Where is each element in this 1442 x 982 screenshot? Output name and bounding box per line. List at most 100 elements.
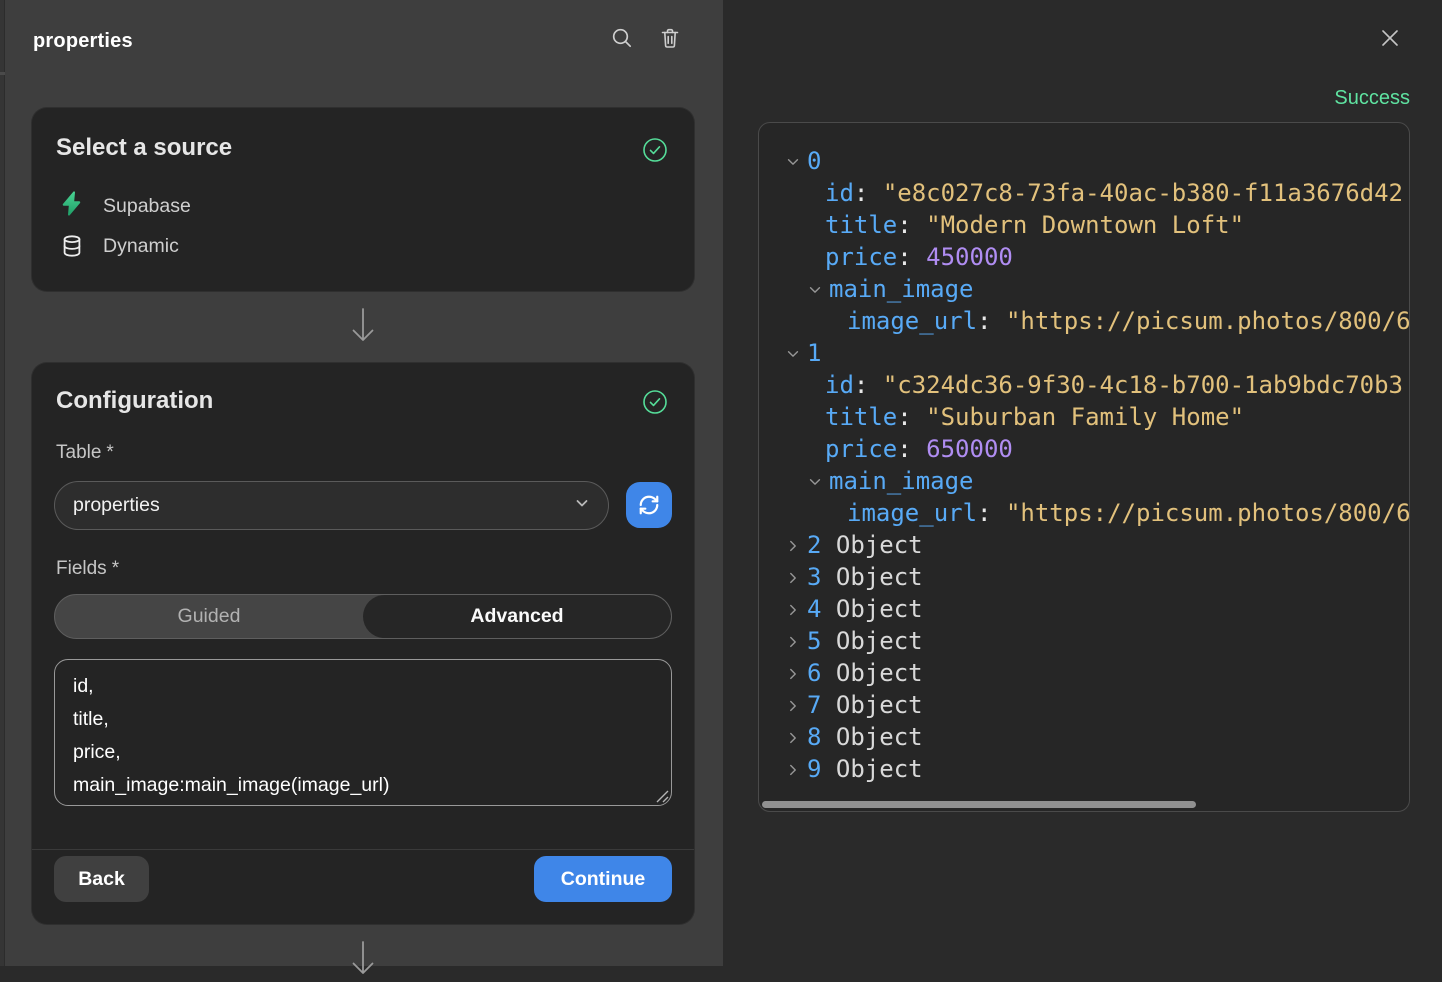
json-row: main_image — [759, 273, 1409, 305]
json-value: "c324dc36-9f30-4c18-b700-1ab9bdc70b3 — [883, 369, 1403, 401]
json-key: 9 — [807, 753, 821, 785]
config-panel: properties Select a source Supabase Dyna… — [0, 0, 723, 966]
chevron-right-icon[interactable] — [785, 536, 801, 554]
json-row: 1 — [759, 337, 1409, 369]
json-key: 3 — [807, 561, 821, 593]
flow-down-arrow-icon — [349, 306, 377, 344]
json-object-label: Object — [821, 561, 922, 593]
json-value: "Modern Downtown Loft" — [926, 209, 1244, 241]
textarea-resize-handle[interactable] — [656, 790, 669, 803]
json-colon: : — [854, 177, 883, 209]
search-icon[interactable] — [610, 26, 634, 50]
result-preview-panel: Success 0id: "e8c027c8-73fa-40ac-b380-f1… — [723, 0, 1442, 966]
json-row: image_url: "https://picsum.photos/800/6 — [759, 305, 1409, 337]
json-key: id — [825, 177, 854, 209]
chevron-right-icon[interactable] — [785, 664, 801, 682]
chevron-right-icon[interactable] — [785, 600, 801, 618]
json-object-label: Object — [821, 593, 922, 625]
fields-mode-toggle: Guided Advanced — [54, 594, 672, 639]
json-row: 6 Object — [759, 657, 1409, 689]
chevron-down-icon — [574, 495, 590, 516]
json-object-label: Object — [821, 753, 922, 785]
source-item-dynamic[interactable]: Dynamic — [58, 230, 179, 262]
configuration-card: Configuration Table* properties Fields* … — [31, 362, 695, 925]
json-key: main_image — [829, 465, 974, 497]
json-colon: : — [897, 241, 926, 273]
source-item-supabase[interactable]: Supabase — [58, 190, 191, 222]
json-result-viewer: 0id: "e8c027c8-73fa-40ac-b380-f11a3676d4… — [758, 122, 1410, 812]
json-value: "e8c027c8-73fa-40ac-b380-f11a3676d42 — [883, 177, 1403, 209]
check-circle-icon — [642, 389, 668, 415]
json-key: image_url — [847, 305, 977, 337]
json-key: image_url — [847, 497, 977, 529]
flow-down-arrow-icon — [349, 939, 377, 977]
json-colon: : — [897, 209, 926, 241]
json-value: "https://picsum.photos/800/6 — [1006, 305, 1410, 337]
json-row: price: 450000 — [759, 241, 1409, 273]
json-value: "Suburban Family Home" — [926, 401, 1244, 433]
refresh-tables-button[interactable] — [626, 482, 672, 528]
json-key: 4 — [807, 593, 821, 625]
json-row: 4 Object — [759, 593, 1409, 625]
page-title: properties — [33, 30, 133, 53]
chevron-down-icon[interactable] — [785, 344, 801, 362]
json-row: 7 Object — [759, 689, 1409, 721]
chevron-down-icon[interactable] — [785, 152, 801, 170]
json-object-label: Object — [821, 625, 922, 657]
json-row: main_image — [759, 465, 1409, 497]
json-value: 450000 — [926, 241, 1013, 273]
select-source-card: Select a source Supabase Dynamic — [31, 107, 695, 292]
tab-guided[interactable]: Guided — [55, 595, 363, 638]
json-row: 2 Object — [759, 529, 1409, 561]
status-badge: Success — [1334, 87, 1410, 110]
check-circle-icon — [642, 137, 668, 163]
json-key: 8 — [807, 721, 821, 753]
json-tree: 0id: "e8c027c8-73fa-40ac-b380-f11a3676d4… — [759, 145, 1409, 785]
database-icon — [58, 234, 85, 258]
trash-icon[interactable] — [658, 26, 682, 50]
json-row: id: "c324dc36-9f30-4c18-b700-1ab9bdc70b3 — [759, 369, 1409, 401]
left-edge-divider — [0, 0, 5, 966]
json-object-label: Object — [821, 657, 922, 689]
table-select-dropdown[interactable]: properties — [54, 481, 609, 530]
json-row: 8 Object — [759, 721, 1409, 753]
card-footer-divider — [32, 849, 694, 850]
json-value: 650000 — [926, 433, 1013, 465]
json-row: 0 — [759, 145, 1409, 177]
json-colon: : — [897, 433, 926, 465]
chevron-down-icon[interactable] — [807, 472, 823, 490]
json-row: id: "e8c027c8-73fa-40ac-b380-f11a3676d42 — [759, 177, 1409, 209]
json-row: title: "Modern Downtown Loft" — [759, 209, 1409, 241]
json-key: 1 — [807, 337, 821, 369]
json-key: price — [825, 241, 897, 273]
json-row: title: "Suburban Family Home" — [759, 401, 1409, 433]
chevron-right-icon[interactable] — [785, 568, 801, 586]
chevron-right-icon[interactable] — [785, 728, 801, 746]
json-key: 0 — [807, 145, 821, 177]
json-row: image_url: "https://picsum.photos/800/6 — [759, 497, 1409, 529]
chevron-right-icon[interactable] — [785, 760, 801, 778]
horizontal-scrollbar[interactable] — [762, 801, 1196, 808]
close-icon[interactable] — [1377, 25, 1403, 51]
fields-query-textarea[interactable]: id, title, price, main_image:main_image(… — [54, 659, 672, 806]
json-key: title — [825, 401, 897, 433]
chevron-right-icon[interactable] — [785, 632, 801, 650]
json-object-label: Object — [821, 721, 922, 753]
chevron-down-icon[interactable] — [807, 280, 823, 298]
json-key: title — [825, 209, 897, 241]
source-card-title: Select a source — [56, 134, 232, 162]
json-row: 9 Object — [759, 753, 1409, 785]
json-key: 2 — [807, 529, 821, 561]
json-key: 6 — [807, 657, 821, 689]
table-field-label: Table* — [56, 442, 114, 464]
config-card-title: Configuration — [56, 387, 213, 415]
continue-button[interactable]: Continue — [534, 856, 672, 902]
back-button[interactable]: Back — [54, 856, 149, 902]
json-object-label: Object — [821, 689, 922, 721]
tab-advanced[interactable]: Advanced — [363, 595, 671, 638]
refresh-icon — [638, 494, 660, 516]
json-key: 7 — [807, 689, 821, 721]
chevron-right-icon[interactable] — [785, 696, 801, 714]
fields-field-label: Fields* — [56, 558, 119, 580]
json-row: 3 Object — [759, 561, 1409, 593]
